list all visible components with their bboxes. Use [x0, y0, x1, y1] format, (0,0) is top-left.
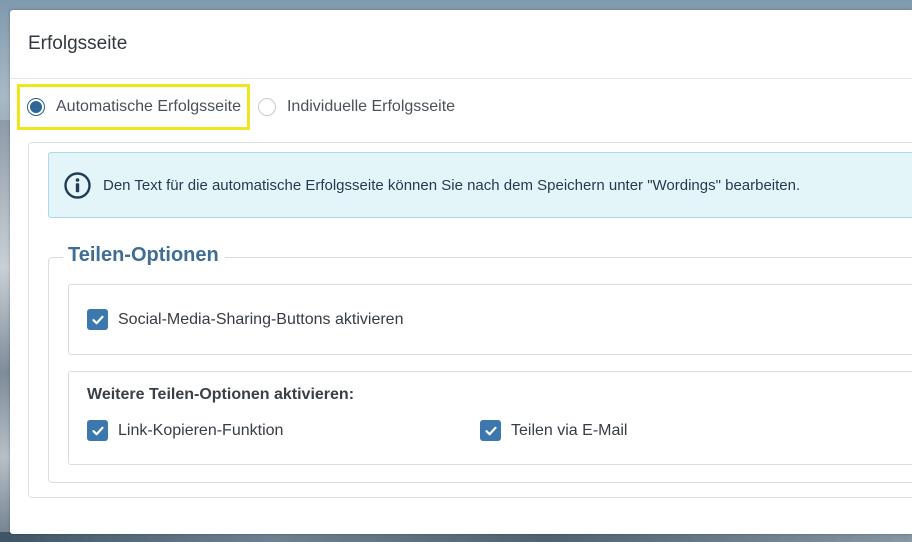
info-icon: [64, 171, 91, 199]
sharing-options-fieldset: Teilen-Optionen Social-Media-Sharing-But…: [48, 244, 912, 483]
success-page-panel: Erfolgsseite Automatische Erfolgsseite I…: [10, 10, 912, 534]
automatic-settings-box: Den Text für die automatische Erfolgssei…: [28, 142, 912, 498]
checkbox-checked[interactable]: [87, 420, 108, 441]
info-text: Den Text für die automatische Erfolgssei…: [103, 176, 801, 194]
checkbox-checked[interactable]: [480, 420, 501, 441]
checkmark-icon: [484, 426, 497, 435]
link-copy-checkbox-item[interactable]: Link-Kopieren-Funktion: [87, 420, 283, 441]
social-media-card: Social-Media-Sharing-Buttons aktivieren: [68, 284, 912, 355]
success-page-mode-group: Automatische Erfolgsseite Individuelle E…: [17, 84, 461, 130]
sharing-options-legend: Teilen-Optionen: [63, 244, 225, 267]
info-alert: Den Text für die automatische Erfolgssei…: [48, 152, 912, 218]
panel-header: Erfolgsseite: [10, 10, 912, 79]
radio-label-automatic: Automatische Erfolgsseite: [56, 98, 241, 115]
checkmark-icon: [91, 426, 104, 435]
checkmark-icon: [91, 315, 104, 324]
radio-individual-success-page[interactable]: Individuelle Erfolgsseite: [250, 84, 461, 130]
email-sharing-checkbox-item[interactable]: Teilen via E-Mail: [480, 420, 627, 441]
email-sharing-label: Teilen via E-Mail: [511, 421, 628, 439]
radio-button-checked[interactable]: [27, 98, 45, 116]
radio-dot: [30, 101, 42, 113]
further-sharing-options-card: Weitere Teilen-Optionen aktivieren: Link…: [68, 371, 912, 465]
radio-button-unchecked[interactable]: [257, 98, 276, 116]
radio-label-individual: Individuelle Erfolgsseite: [286, 98, 456, 115]
checkbox-checked[interactable]: [87, 309, 108, 330]
social-media-sharing-checkbox-item[interactable]: Social-Media-Sharing-Buttons aktivieren: [87, 309, 403, 330]
social-media-sharing-label: Social-Media-Sharing-Buttons aktivieren: [118, 310, 404, 328]
radio-automatic-success-page[interactable]: Automatische Erfolgsseite: [17, 84, 250, 130]
panel-title: Erfolgsseite: [28, 33, 128, 54]
further-sharing-options-title: Weitere Teilen-Optionen aktivieren:: [87, 386, 355, 403]
link-copy-label: Link-Kopieren-Funktion: [118, 421, 284, 439]
